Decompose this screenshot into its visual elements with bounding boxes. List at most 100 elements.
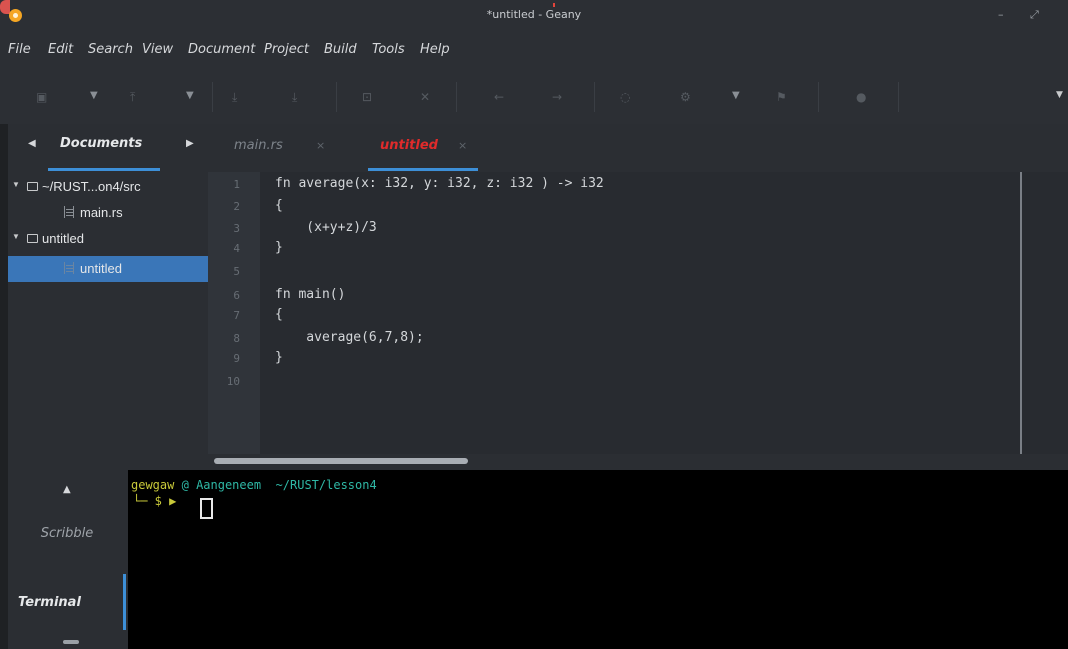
- toolbar-separator: [212, 82, 213, 112]
- chevron-down-icon[interactable]: [63, 640, 79, 644]
- save-icon[interactable]: ⤓: [232, 90, 237, 105]
- menu-project[interactable]: Project: [264, 42, 309, 57]
- scrollbar-thumb[interactable]: [214, 458, 468, 464]
- menu-bar: File Edit Search View Document Project B…: [0, 30, 1068, 68]
- code-line: }: [275, 240, 283, 255]
- expander-icon[interactable]: ▼: [12, 180, 20, 189]
- close-tab-icon[interactable]: ×: [316, 139, 325, 152]
- menu-edit[interactable]: Edit: [48, 42, 73, 57]
- menu-view[interactable]: View: [142, 42, 173, 57]
- menu-file[interactable]: File: [8, 42, 31, 57]
- menu-tools[interactable]: Tools: [372, 42, 405, 57]
- tree-folder-untitled[interactable]: ▼ untitled: [8, 226, 208, 252]
- code-line: average(6,7,8);: [275, 330, 424, 345]
- terminal-path: ~/RUST/lesson4: [275, 478, 377, 492]
- tab-documents[interactable]: Documents: [60, 136, 142, 151]
- line-number: 9: [233, 352, 240, 365]
- toolbar: ▣ ▼ ⤒ ▼ ⤓ ⤓ ⊡ ✕ ← → ◌ ⚙ ▼ ⚑ ● ▼: [0, 68, 1068, 124]
- title-bar-marker: [553, 3, 555, 7]
- minimize-button[interactable]: –: [998, 8, 1004, 21]
- line-number: 3: [233, 222, 240, 235]
- compile-icon[interactable]: ◌: [620, 90, 630, 104]
- toolbar-separator: [594, 82, 595, 112]
- expander-icon[interactable]: ▼: [12, 232, 20, 241]
- line-number: 6: [233, 289, 240, 302]
- tab-terminal[interactable]: Terminal: [18, 595, 136, 610]
- title-bar: *untitled - Geany – ⤢: [0, 0, 1068, 30]
- new-dropdown-icon[interactable]: ▼: [90, 90, 98, 101]
- terminal-at: @: [181, 478, 189, 492]
- close-tab-icon[interactable]: ×: [458, 139, 467, 152]
- tree-file-main-rs[interactable]: main.rs: [8, 200, 208, 226]
- line-number: 1: [233, 178, 240, 191]
- build-dropdown-icon[interactable]: ▼: [732, 90, 740, 101]
- message-window-tabs: ▲ Scribble Terminal: [8, 470, 128, 649]
- run-icon[interactable]: ⚑: [776, 90, 787, 104]
- active-tab-indicator: [368, 168, 478, 171]
- build-icon[interactable]: ⚙: [680, 90, 691, 104]
- chevron-left-icon[interactable]: ◀: [28, 138, 36, 149]
- terminal-prompt-line: gewgaw @ Aangeneem ~/RUST/lesson4: [131, 478, 377, 492]
- chevron-up-icon[interactable]: ▲: [63, 484, 71, 495]
- code-line: }: [275, 350, 283, 365]
- horizontal-scrollbar[interactable]: [208, 454, 1068, 470]
- text-file-icon: [64, 206, 74, 218]
- tab-untitled[interactable]: untitled: [380, 138, 438, 153]
- text-file-icon: [64, 262, 74, 274]
- terminal-cursor: [200, 498, 213, 519]
- line-number: 2: [233, 200, 240, 213]
- terminal-host: Aangeneem: [196, 478, 262, 492]
- maximize-button[interactable]: ⤢: [1030, 8, 1039, 22]
- terminal-user: gewgaw: [131, 478, 175, 492]
- toolbar-overflow-icon[interactable]: ▼: [1056, 90, 1063, 100]
- tree-item-label: main.rs: [80, 205, 123, 220]
- window-title: *untitled - Geany: [486, 8, 582, 21]
- code-line: fn main(): [275, 287, 346, 302]
- tree-folder-src[interactable]: ▼ ~/RUST...on4/src: [8, 174, 208, 200]
- menu-build[interactable]: Build: [324, 42, 357, 57]
- close-file-icon[interactable]: ✕: [420, 90, 430, 104]
- menu-help[interactable]: Help: [420, 42, 450, 57]
- code-line: fn average(x: i32, y: i32, z: i32 ) -> i…: [275, 176, 604, 191]
- toolbar-separator: [818, 82, 819, 112]
- open-dropdown-icon[interactable]: ▼: [186, 90, 194, 101]
- line-number: 8: [233, 332, 240, 345]
- tab-main-rs[interactable]: main.rs: [234, 138, 283, 153]
- code-line: {: [275, 198, 283, 213]
- line-number: 5: [233, 265, 240, 278]
- editor-tab-bar: main.rs × untitled ×: [208, 124, 1068, 172]
- code-line: (x+y+z)/3: [275, 220, 377, 235]
- documents-tree: ▼ ~/RUST...on4/src main.rs ▼ untitled un…: [8, 172, 208, 462]
- active-tab-indicator: [123, 574, 126, 630]
- folder-icon: [27, 182, 38, 191]
- line-number: 10: [226, 375, 240, 388]
- folder-icon: [27, 234, 38, 243]
- new-icon[interactable]: ▣: [36, 90, 47, 104]
- color-picker-icon[interactable]: ●: [856, 90, 866, 104]
- long-line-marker: [1020, 172, 1022, 454]
- menu-document[interactable]: Document: [188, 42, 255, 57]
- tree-item-label: untitled: [42, 231, 84, 246]
- toolbar-separator: [456, 82, 457, 112]
- line-number: 4: [233, 242, 240, 255]
- toolbar-separator: [336, 82, 337, 112]
- terminal-prompt-symbol: └─ $ ▶: [133, 494, 177, 508]
- terminal-panel[interactable]: gewgaw @ Aangeneem ~/RUST/lesson4 └─ $ ▶: [128, 470, 1068, 649]
- tab-scribble[interactable]: Scribble: [8, 526, 126, 541]
- revert-icon[interactable]: ⊡: [362, 90, 372, 104]
- chevron-right-icon[interactable]: ▶: [186, 138, 194, 149]
- sidebar-tab-bar: ◀ Documents ▶: [8, 124, 208, 172]
- tree-file-untitled[interactable]: untitled: [8, 256, 208, 282]
- toolbar-separator: [898, 82, 899, 112]
- tree-item-label: ~/RUST...on4/src: [42, 179, 141, 194]
- open-icon[interactable]: ⤒: [130, 90, 135, 105]
- forward-icon[interactable]: →: [552, 90, 562, 104]
- save-all-icon[interactable]: ⤓: [292, 90, 297, 105]
- back-icon[interactable]: ←: [494, 90, 504, 104]
- code-editor[interactable]: fn average(x: i32, y: i32, z: i32 ) -> i…: [260, 172, 1068, 454]
- active-tab-indicator: [48, 168, 160, 171]
- code-line: {: [275, 307, 283, 322]
- window-left-edge: [0, 124, 8, 649]
- menu-search[interactable]: Search: [88, 42, 133, 57]
- line-number: 7: [233, 309, 240, 322]
